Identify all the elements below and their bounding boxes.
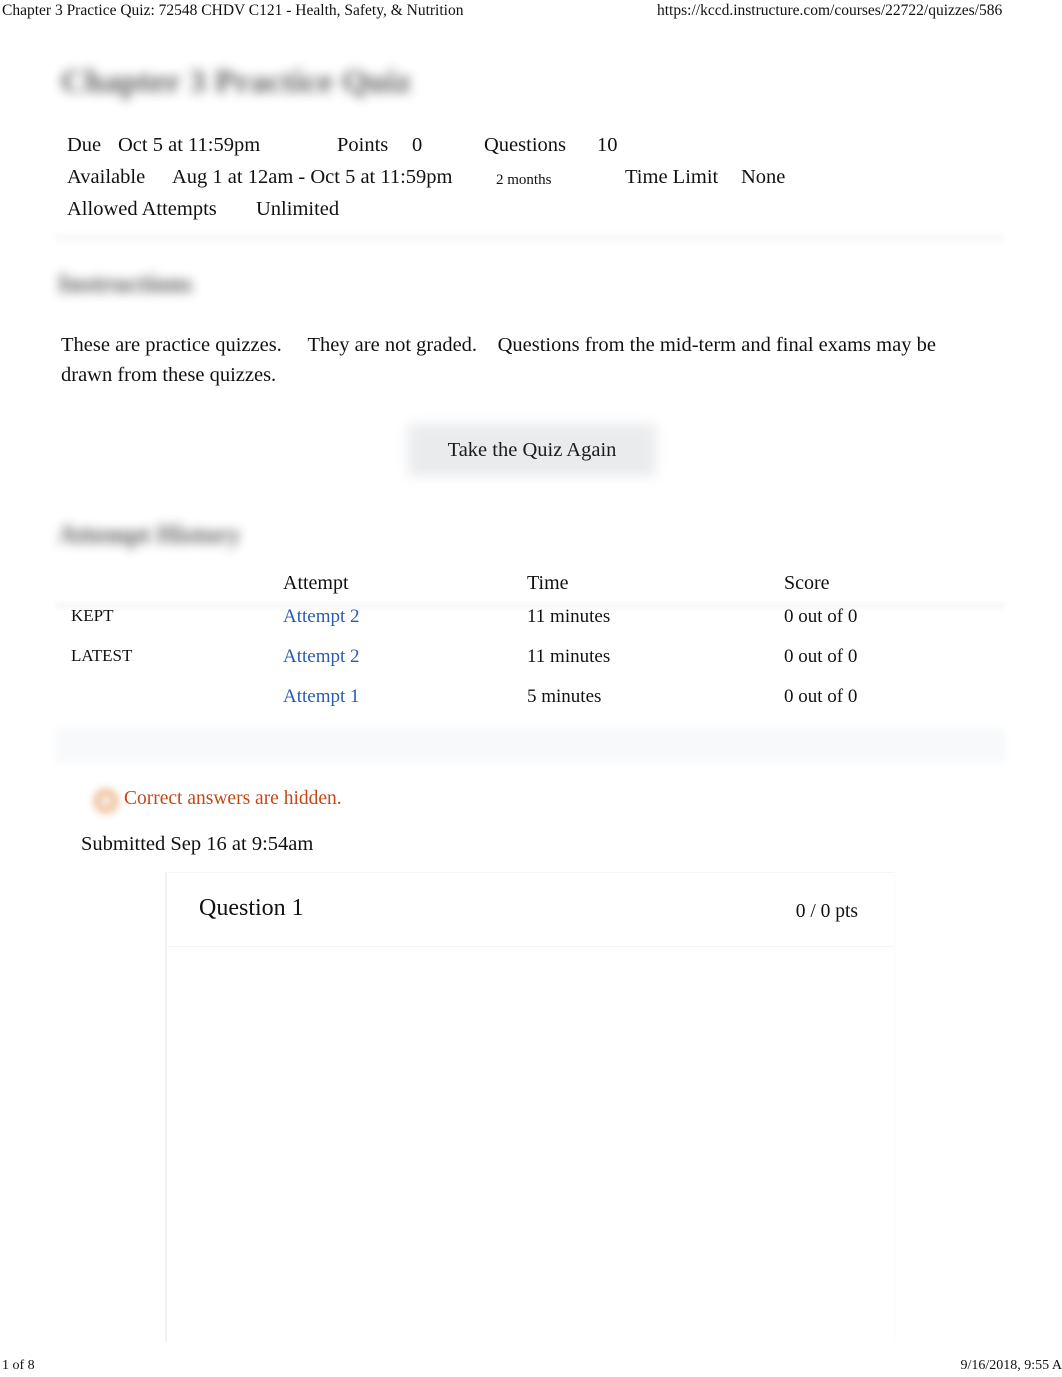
table-footer-band — [55, 728, 1005, 762]
instructions-sentence-2: They are not graded. — [307, 334, 478, 356]
attempt-link[interactable]: Attempt 2 — [283, 646, 360, 668]
available-value: Aug 1 at 12am - Oct 5 at 11:59pm — [172, 166, 453, 188]
allowed-attempts-label: Allowed Attempts — [67, 198, 217, 220]
column-header-time: Time — [527, 572, 569, 594]
available-duration: 2 months — [496, 172, 552, 188]
questions-label: Questions — [484, 134, 566, 156]
submitted-timestamp: Submitted Sep 16 at 9:54am — [81, 833, 314, 855]
quiz-meta: Due Oct 5 at 11:59pm Points 0 Questions … — [0, 134, 1062, 230]
table-row: LATEST Attempt 2 11 minutes 0 out of 0 — [55, 646, 1005, 686]
table-row: KEPT Attempt 2 11 minutes 0 out of 0 — [55, 606, 1005, 646]
attempt-link[interactable]: Attempt 2 — [283, 606, 360, 628]
take-quiz-again-label: Take the Quiz Again — [447, 438, 617, 461]
instructions-sentence-3: Questions from the mid-term and final ex… — [497, 334, 936, 356]
column-header-attempt: Attempt — [283, 572, 349, 594]
table-header-row: Attempt Time Score — [55, 572, 1005, 609]
print-header-document-title: Chapter 3 Practice Quiz: 72548 CHDV C121… — [2, 2, 464, 19]
instructions-sentence-1: These are practice quizzes. — [61, 334, 282, 356]
column-header-score: Score — [784, 572, 830, 594]
instructions-body: These are practice quizzes. They are not… — [61, 330, 961, 390]
take-quiz-again-button[interactable]: Take the Quiz Again — [408, 424, 656, 476]
question-card: Question 1 0 / 0 pts — [165, 872, 895, 1343]
row-time: 5 minutes — [527, 686, 602, 707]
print-footer-timestamp: 9/16/2018, 9:55 A — [960, 1358, 1062, 1373]
allowed-attempts-value: Unlimited — [256, 198, 340, 220]
print-footer: 1 of 8 9/16/2018, 9:55 A — [0, 1345, 1062, 1377]
instructions-heading: Instructions — [58, 269, 193, 298]
question-header: Question 1 0 / 0 pts — [167, 873, 894, 947]
quiz-meta-row-due: Due Oct 5 at 11:59pm Points 0 Questions … — [0, 134, 1062, 166]
row-time: 11 minutes — [527, 646, 611, 667]
row-score: 0 out of 0 — [784, 646, 858, 667]
time-limit-label: Time Limit — [625, 166, 719, 188]
divider — [55, 233, 1005, 242]
print-header-url: https://kccd.instructure.com/courses/227… — [657, 2, 1003, 19]
due-value: Oct 5 at 11:59pm — [118, 134, 261, 156]
print-header: Chapter 3 Practice Quiz: 72548 CHDV C121… — [0, 0, 1062, 28]
page-title: Chapter 3 Practice Quiz — [61, 64, 412, 100]
quiz-results-page: Chapter 3 Practice Quiz: 72548 CHDV C121… — [0, 0, 1062, 1377]
question-title: Question 1 — [199, 895, 304, 921]
quiz-meta-row-attempts: Allowed Attempts Unlimited — [0, 198, 1062, 230]
row-status: KEPT — [71, 606, 114, 625]
print-footer-page-indicator: 1 of 8 — [2, 1358, 35, 1373]
answers-hidden-label: Correct answers are hidden. — [124, 788, 342, 809]
question-points: 0 / 0 pts — [795, 901, 858, 922]
points-value: 0 — [412, 134, 423, 156]
attempt-history-table: Attempt Time Score KEPT Attempt 2 11 min… — [55, 572, 1005, 726]
table-row: Attempt 1 5 minutes 0 out of 0 — [55, 686, 1005, 726]
row-status: LATEST — [71, 646, 133, 665]
quiz-meta-row-available: Available Aug 1 at 12am - Oct 5 at 11:59… — [0, 166, 1062, 198]
points-label: Points — [337, 134, 389, 156]
instructions-sentence-4: drawn from these quizzes. — [61, 364, 277, 386]
row-score: 0 out of 0 — [784, 606, 858, 627]
lock-icon — [95, 790, 117, 812]
questions-value: 10 — [597, 134, 618, 156]
attempt-link[interactable]: Attempt 1 — [283, 686, 360, 708]
row-score: 0 out of 0 — [784, 686, 858, 707]
due-label: Due — [67, 134, 102, 156]
question-body — [167, 947, 894, 1343]
available-label: Available — [67, 166, 146, 188]
attempt-history-heading: Attempt History — [58, 520, 241, 549]
row-time: 11 minutes — [527, 606, 611, 627]
time-limit-value: None — [741, 166, 786, 188]
